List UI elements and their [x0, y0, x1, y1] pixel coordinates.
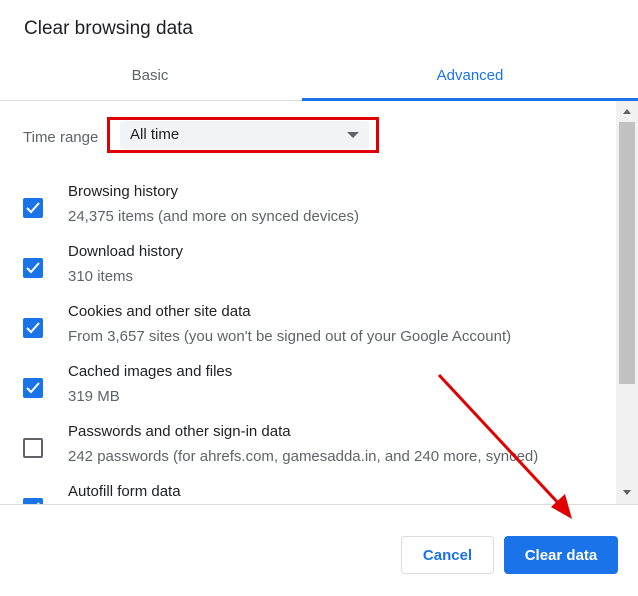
- scroll-down-arrow-icon[interactable]: [623, 490, 631, 495]
- passwords-checkbox[interactable]: [23, 438, 43, 458]
- cookies-checkbox[interactable]: [23, 318, 43, 338]
- checkmark-icon: [26, 382, 40, 394]
- checkmark-icon: [26, 202, 40, 214]
- dialog-title: Clear browsing data: [24, 18, 193, 39]
- tab-advanced[interactable]: Advanced: [302, 50, 638, 100]
- item-subtitle: 242 passwords (for ahrefs.com, gamesadda…: [68, 448, 539, 465]
- list-item-download-history: Download history 310 items: [0, 243, 600, 299]
- item-title: Cached images and files: [68, 363, 233, 380]
- item-title: Passwords and other sign-in data: [68, 423, 291, 440]
- item-title: Cookies and other site data: [68, 303, 251, 320]
- tab-basic[interactable]: Basic: [0, 50, 300, 100]
- list-item-cached-images: Cached images and files 319 MB: [0, 363, 600, 419]
- item-title: Autofill form data: [68, 483, 181, 500]
- item-subtitle: 310 items: [68, 268, 134, 285]
- item-title: Browsing history: [68, 183, 179, 200]
- time-range-row: Time range: [23, 125, 98, 149]
- list-item-cookies: Cookies and other site data From 3,657 s…: [0, 303, 600, 359]
- item-subtitle: 24,375 items (and more on synced devices…: [68, 208, 359, 225]
- list-item-passwords: Passwords and other sign-in data 242 pas…: [0, 423, 600, 479]
- scroll-up-arrow-icon[interactable]: [623, 109, 631, 114]
- download-history-checkbox[interactable]: [23, 258, 43, 278]
- settings-list: Time range Browsing history 24,375 items…: [0, 101, 616, 504]
- tab-bar: Basic Advanced: [0, 50, 638, 101]
- scrollbar[interactable]: [616, 101, 638, 504]
- checkmark-icon: [26, 322, 40, 334]
- list-item-browsing-history: Browsing history 24,375 items (and more …: [0, 183, 600, 239]
- clear-data-button[interactable]: Clear data: [504, 536, 618, 574]
- list-item-autofill: Autofill form data: [0, 483, 600, 504]
- dialog-footer: Cancel Clear data: [0, 504, 638, 596]
- item-title: Download history: [68, 243, 184, 260]
- scrollbar-thumb[interactable]: [619, 122, 635, 384]
- item-subtitle: From 3,657 sites (you won't be signed ou…: [68, 328, 512, 345]
- cached-images-checkbox[interactable]: [23, 378, 43, 398]
- annotation-highlight-box: [107, 117, 379, 153]
- cancel-button[interactable]: Cancel: [401, 536, 494, 574]
- checkmark-icon: [26, 262, 40, 274]
- browsing-history-checkbox[interactable]: [23, 198, 43, 218]
- item-subtitle: 319 MB: [68, 388, 120, 405]
- time-range-label: Time range: [23, 128, 99, 146]
- clear-browsing-data-dialog: Clear browsing data Basic Advanced Time …: [0, 0, 638, 596]
